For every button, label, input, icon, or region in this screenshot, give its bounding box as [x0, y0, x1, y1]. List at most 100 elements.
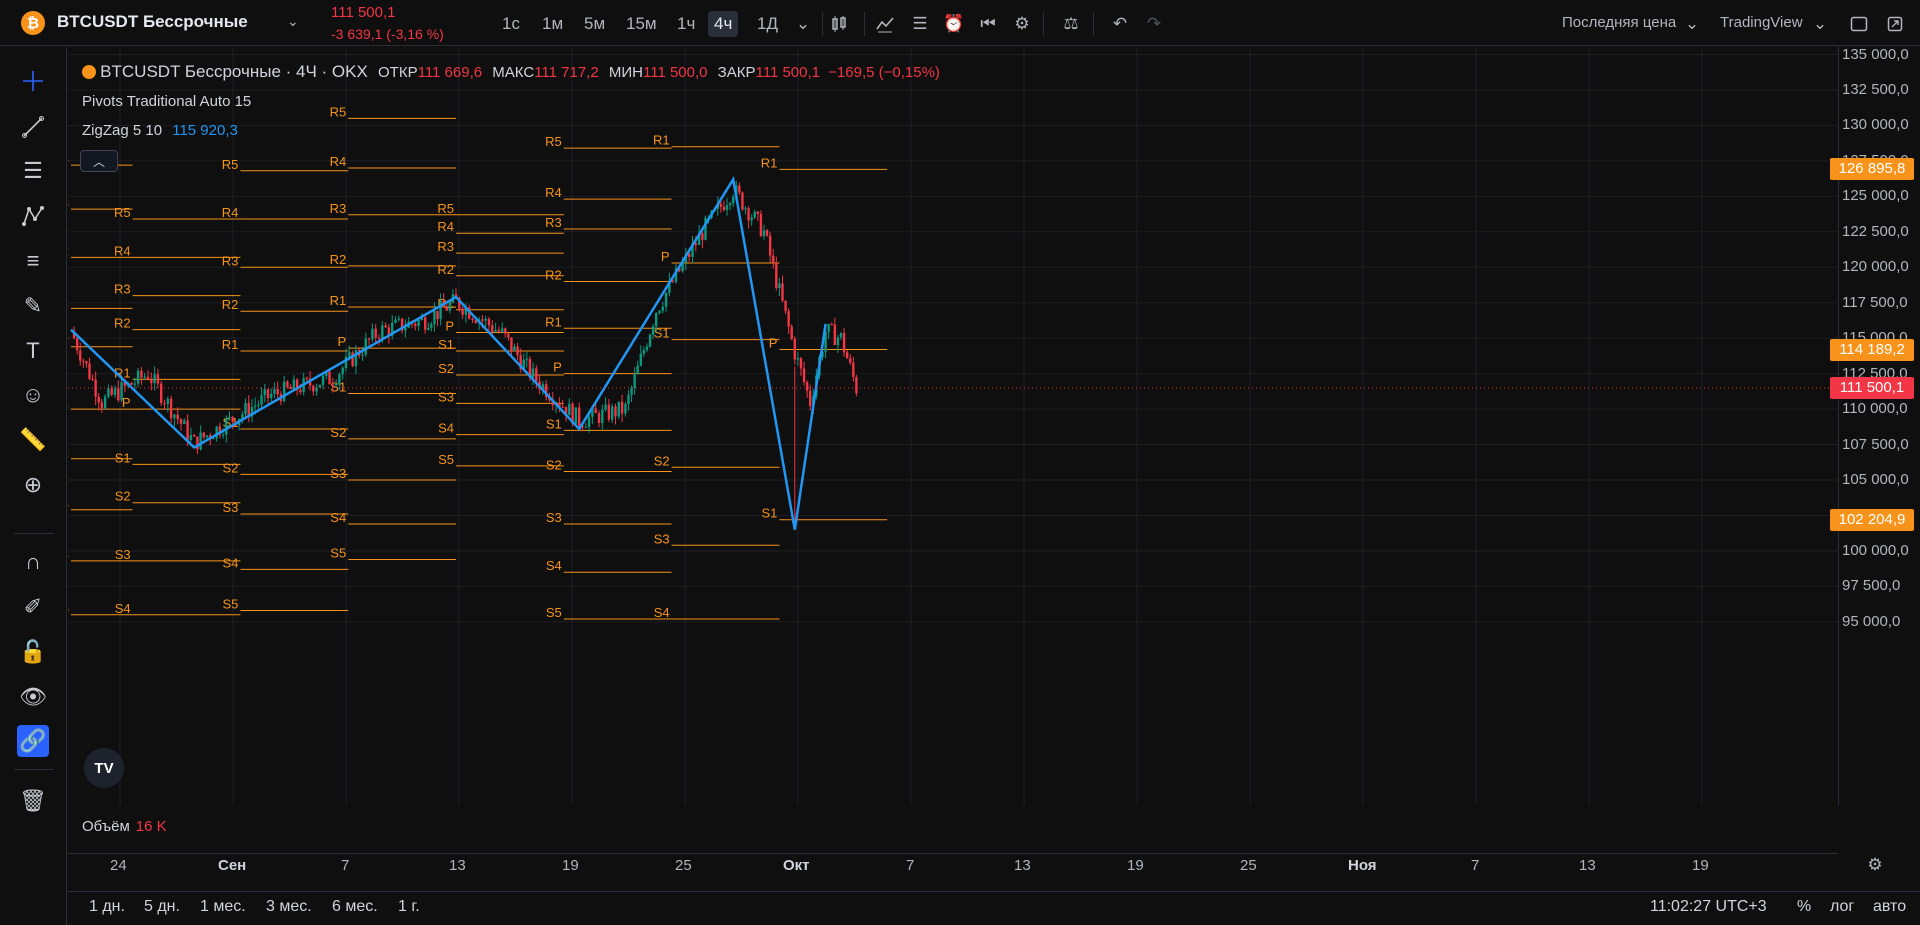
crosshair-icon[interactable]	[17, 65, 49, 97]
candle-body	[117, 388, 120, 401]
link-icon[interactable]: 🔗	[17, 725, 49, 757]
candle-body	[176, 414, 179, 420]
price-tag[interactable]: 114 189,2	[1830, 338, 1914, 361]
pivot-level-label: S5	[546, 605, 562, 620]
brush-icon[interactable]: ✎	[17, 290, 49, 322]
price-tag[interactable]: 102 204,9	[1830, 508, 1914, 531]
candle-body	[361, 354, 364, 356]
candle-body	[501, 328, 504, 332]
auto-toggle[interactable]: авто	[1873, 898, 1906, 916]
pivot-level-label: R1	[222, 337, 239, 352]
pivot-level-label: R1	[330, 293, 347, 308]
trend-line-icon[interactable]	[17, 111, 49, 143]
candle-body	[645, 346, 649, 351]
eye-icon[interactable]: 👁	[17, 681, 49, 713]
candle-body	[354, 350, 358, 367]
candle-body	[849, 358, 852, 363]
pivot-level-label: S1	[546, 416, 562, 431]
candle-body	[130, 382, 133, 385]
timeframe-5m[interactable]: 5м	[578, 11, 611, 37]
candle-body	[620, 401, 624, 414]
chevron-down-icon[interactable]: ⌄	[1812, 11, 1828, 37]
balance-scale-icon[interactable]: ⚖	[1058, 11, 1084, 37]
trash-icon[interactable]: 🗑	[17, 785, 49, 817]
range-1y[interactable]: 1 г.	[398, 898, 420, 916]
symbol-name[interactable]: BTCUSDT Бессрочные	[57, 12, 248, 32]
price-chart[interactable]: R4 R3 R2 R1 P S1 S2 S3 S4 S5 R5 R4 R3 R2 R1 P S1 S2 S3 S4 R5…	[68, 47, 1838, 805]
candle-body	[701, 233, 704, 240]
candles-icon[interactable]	[826, 11, 852, 37]
pivot-level-label: S2	[68, 445, 69, 460]
timeframe-1s[interactable]: 1с	[496, 11, 526, 37]
range-6m[interactable]: 6 мес.	[332, 898, 378, 916]
undo-icon[interactable]: ↶	[1107, 11, 1133, 37]
timeframe-15m[interactable]: 15м	[620, 11, 663, 37]
pivot-level-label: R2	[437, 262, 454, 277]
legend-title[interactable]: BTCUSDT Бессрочные · 4Ч · OKX	[100, 62, 368, 81]
timeframe-1m[interactable]: 1м	[536, 11, 569, 37]
chevron-down-icon[interactable]: ⌄	[790, 11, 816, 37]
price-tag[interactable]: 111 500,1	[1830, 376, 1914, 399]
broker-dropdown[interactable]: TradingView	[1720, 14, 1803, 31]
candle-body	[430, 324, 433, 328]
expand-icon[interactable]	[1882, 11, 1908, 37]
redo-icon[interactable]: ↷	[1141, 11, 1167, 37]
time-axis-label: 25	[1240, 857, 1257, 874]
forecast-icon[interactable]: ≡	[17, 245, 49, 277]
chevron-down-icon[interactable]: ⌄	[287, 13, 299, 30]
alert-icon[interactable]: ⏰	[941, 11, 967, 37]
zigzag-legend[interactable]: ZigZag 5 10 115 920,3	[82, 122, 238, 139]
replay-icon[interactable]: ⏮	[975, 11, 1001, 37]
range-1m[interactable]: 1 мес.	[200, 898, 246, 916]
fib-retracement-icon[interactable]: ☰	[17, 155, 49, 187]
time-axis-label: 7	[1471, 857, 1480, 874]
candle-body	[768, 235, 772, 256]
pattern-icon[interactable]	[17, 200, 49, 232]
settings-gear-icon[interactable]: ⚙	[1862, 852, 1888, 878]
tradingview-logo-icon[interactable]: TV	[84, 748, 124, 788]
candle-body	[753, 211, 756, 218]
timeframe-4h[interactable]: 4ч	[708, 11, 739, 37]
zigzag-label: ZigZag 5 10	[82, 122, 163, 139]
log-toggle[interactable]: лог	[1830, 898, 1854, 916]
clock[interactable]: 11:02:27 UTC+3	[1650, 898, 1767, 916]
timeframe-1d[interactable]: 1Д	[751, 11, 784, 37]
range-1d[interactable]: 1 дн.	[89, 898, 125, 916]
candle-body	[260, 395, 263, 405]
candle-body	[394, 319, 397, 323]
edit-lock-icon[interactable]: ✐	[17, 591, 49, 623]
magnet-icon[interactable]: ∩	[17, 546, 49, 578]
lock-icon[interactable]: 🔓	[17, 636, 49, 668]
zoom-in-icon[interactable]: ⊕	[17, 469, 49, 501]
indicators-icon[interactable]	[872, 11, 898, 37]
candle-body	[504, 328, 507, 334]
range-5d[interactable]: 5 дн.	[144, 898, 180, 916]
pivot-level-label: S4	[330, 510, 346, 525]
chevron-down-icon[interactable]: ⌄	[1684, 11, 1700, 37]
fullscreen-window-icon[interactable]	[1846, 11, 1872, 37]
low-label: МИН	[608, 64, 643, 81]
percent-toggle[interactable]: %	[1797, 898, 1811, 916]
ruler-icon[interactable]: 📏	[17, 424, 49, 456]
emoji-icon[interactable]: ☺	[17, 379, 49, 411]
timeframe-1h[interactable]: 1ч	[671, 11, 701, 37]
pivots-legend[interactable]: Pivots Traditional Auto 15	[82, 93, 251, 110]
candle-body	[82, 360, 85, 362]
range-3m[interactable]: 3 мес.	[266, 898, 312, 916]
text-icon[interactable]: T	[17, 335, 49, 367]
candle-body	[525, 358, 529, 360]
current-price: 111 500,1	[331, 4, 396, 21]
candle-body	[805, 382, 809, 391]
candle-body	[286, 381, 289, 387]
settings-gear-icon[interactable]: ⚙	[1009, 11, 1035, 37]
templates-icon[interactable]: ☰	[907, 11, 933, 37]
candle-body	[561, 406, 564, 408]
price-tag[interactable]: 126 895,8	[1830, 158, 1914, 181]
price-type-dropdown[interactable]: Последняя цена	[1562, 14, 1676, 31]
collapse-legend-button[interactable]: ︿	[80, 150, 118, 172]
candle-body	[781, 283, 784, 301]
time-axis[interactable]	[68, 853, 1838, 879]
candle-body	[113, 388, 117, 395]
high-label: МАКС	[492, 64, 535, 81]
candle-body	[830, 323, 833, 325]
